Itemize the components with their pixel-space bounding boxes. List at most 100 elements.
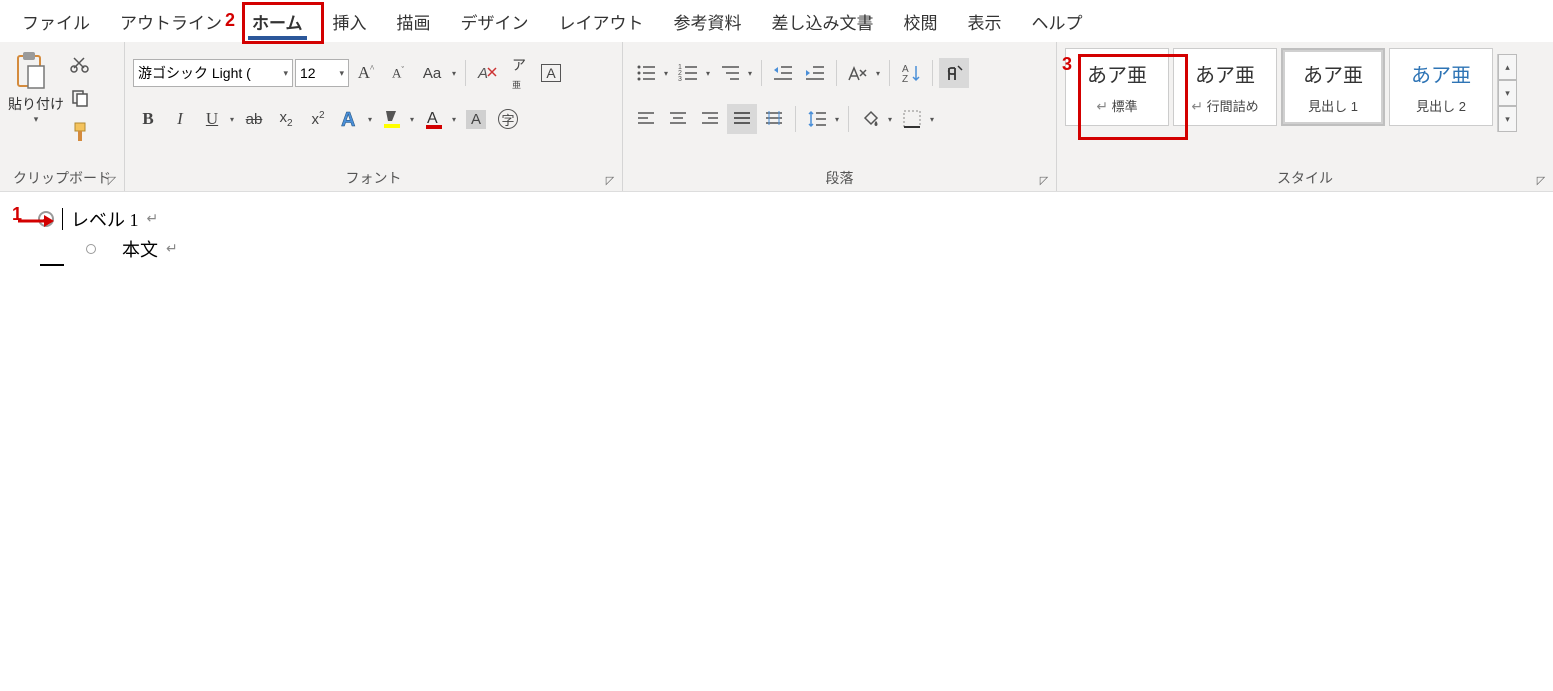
show-marks-button[interactable] [939, 58, 969, 88]
font-color-button[interactable]: A ▾ [419, 104, 459, 134]
align-distribute-icon [764, 109, 784, 129]
tab-layout[interactable]: レイアウト [545, 1, 658, 42]
group-label-font: フォント [346, 168, 402, 188]
tab-mailings[interactable]: 差し込み文書 [758, 1, 888, 42]
style-normal[interactable]: あア亜 ↵ 標準 [1065, 48, 1169, 126]
style-preview-text: あア亜 [1195, 59, 1255, 88]
align-justify-button[interactable] [727, 104, 757, 134]
paste-label: 貼り付け [8, 94, 64, 114]
tab-help[interactable]: ヘルプ [1018, 1, 1097, 42]
shrink-font-button[interactable]: Aˇ [383, 58, 413, 88]
paste-button[interactable]: 貼り付け ▾ [8, 50, 64, 125]
end-of-document-mark [40, 264, 64, 266]
outline-level-text: レベル 1 [71, 206, 139, 232]
asian-layout-button[interactable]: ▾ [843, 58, 883, 88]
style-preview-text: あア亜 [1411, 59, 1471, 88]
style-name-normal: 標準 [1112, 99, 1138, 114]
tab-review[interactable]: 校閲 [890, 1, 952, 42]
change-case-button[interactable]: Aa▾ [415, 58, 459, 88]
style-gallery-scroller: ▴ ▾ ▾ [1497, 54, 1517, 132]
font-launcher[interactable]: ◸ [602, 172, 618, 188]
tab-design[interactable]: デザイン [447, 1, 543, 42]
tab-outline[interactable]: アウトライン [106, 1, 236, 42]
tab-file[interactable]: ファイル [8, 1, 104, 42]
bold-button[interactable]: B [133, 104, 163, 134]
format-painter-button[interactable] [68, 120, 92, 144]
highlight-icon [380, 107, 404, 131]
svg-text:A: A [427, 110, 438, 127]
align-center-icon [668, 109, 688, 129]
style-preview-text: あア亜 [1303, 59, 1363, 88]
subscript-button[interactable]: x2 [271, 104, 301, 134]
font-size-value: 12 [300, 65, 316, 81]
copy-icon [70, 88, 90, 108]
group-clipboard: 貼り付け ▾ クリップボード ◸ [0, 42, 125, 191]
increase-indent-button[interactable] [800, 58, 830, 88]
multilevel-list-button[interactable]: ▾ [715, 58, 755, 88]
grow-font-button[interactable]: A^ [351, 58, 381, 88]
return-mark-icon: ↵ [166, 241, 178, 258]
superscript-button[interactable]: x2 [303, 104, 333, 134]
italic-button[interactable]: I [165, 104, 195, 134]
clear-formatting-button[interactable]: A [472, 58, 502, 88]
style-scroll-down[interactable]: ▾ [1498, 80, 1517, 106]
ribbon-tabs: ファイル アウトライン ホーム 挿入 描画 デザイン レイアウト 参考資料 差し… [0, 0, 1553, 42]
styles-launcher[interactable]: ◸ [1533, 172, 1549, 188]
style-nospacing[interactable]: あア亜 ↵ 行間詰め [1173, 48, 1277, 126]
indent-icon [804, 62, 826, 84]
chevron-down-icon: ▾ [283, 68, 288, 79]
borders-button[interactable]: ▾ [897, 104, 937, 134]
char-border-button[interactable]: A [536, 58, 566, 88]
clear-format-icon: A [476, 62, 498, 84]
style-heading2[interactable]: あア亜 見出し 2 [1389, 48, 1493, 126]
svg-text:A: A [341, 109, 355, 131]
chevron-down-icon: ▾ [339, 68, 344, 79]
bullets-icon [635, 62, 657, 84]
group-label-styles: スタイル [1277, 168, 1333, 188]
multilevel-icon [719, 62, 741, 84]
char-shading-button[interactable]: A [461, 104, 491, 134]
align-left-button[interactable] [631, 104, 661, 134]
copy-button[interactable] [68, 86, 92, 110]
decrease-indent-button[interactable] [768, 58, 798, 88]
pilcrow-icon [943, 62, 965, 84]
highlight-button[interactable]: ▾ [377, 104, 417, 134]
text-effects-button[interactable]: A ▾ [335, 104, 375, 134]
line-spacing-icon [806, 108, 828, 130]
bullets-button[interactable]: ▾ [631, 58, 671, 88]
align-justify-icon [732, 109, 752, 129]
style-more-button[interactable]: ▾ [1498, 106, 1517, 132]
tab-insert[interactable]: 挿入 [319, 1, 381, 42]
font-name-combo[interactable]: 游ゴシック Light ( ▾ [133, 59, 293, 87]
tab-draw[interactable]: 描画 [383, 1, 445, 42]
tab-home[interactable]: ホーム [238, 1, 317, 42]
tab-view[interactable]: 表示 [954, 1, 1016, 42]
font-size-combo[interactable]: 12 ▾ [295, 59, 349, 87]
style-heading1[interactable]: あア亜 見出し 1 [1281, 48, 1385, 126]
numbering-button[interactable]: 123 ▾ [673, 58, 713, 88]
tab-reference[interactable]: 参考資料 [660, 1, 756, 42]
sort-button[interactable]: AZ [896, 58, 926, 88]
text-effects-icon: A [338, 107, 362, 131]
underline-button[interactable]: U▾ [197, 104, 237, 134]
outline-body-icon [86, 244, 96, 254]
enclose-char-button[interactable]: 字 [493, 104, 523, 134]
outline-expand-icon[interactable] [38, 211, 54, 227]
asian-layout-icon [846, 62, 870, 84]
line-spacing-button[interactable]: ▾ [802, 104, 842, 134]
style-scroll-up[interactable]: ▴ [1498, 54, 1517, 80]
paragraph-launcher[interactable]: ◸ [1036, 172, 1052, 188]
align-distribute-button[interactable] [759, 104, 789, 134]
font-name-value: 游ゴシック Light ( [138, 63, 251, 83]
group-font: 游ゴシック Light ( ▾ 12 ▾ A^ Aˇ Aa▾ A ア亜 A B [125, 42, 623, 191]
style-name-h2: 見出し 2 [1416, 96, 1466, 115]
borders-icon [901, 108, 923, 130]
clipboard-launcher[interactable]: ◸ [104, 172, 120, 188]
shading-button[interactable]: ▾ [855, 104, 895, 134]
phonetic-guide-button[interactable]: ア亜 [504, 58, 534, 88]
document-area[interactable]: レベル 1↵ 本文↵ [0, 192, 1553, 276]
align-right-button[interactable] [695, 104, 725, 134]
align-center-button[interactable] [663, 104, 693, 134]
cut-button[interactable] [68, 52, 92, 76]
strikethrough-button[interactable]: ab [239, 104, 269, 134]
